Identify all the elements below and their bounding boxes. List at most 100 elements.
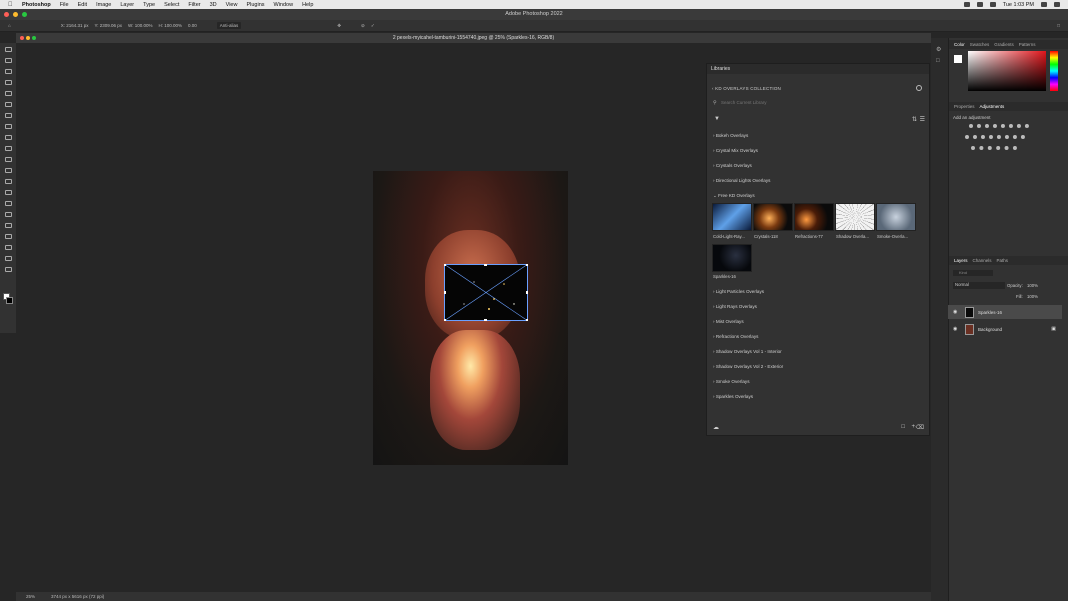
thumb-refractions-77[interactable] [794, 203, 834, 231]
width-field[interactable]: W: 100.00% [128, 23, 152, 28]
thumb-crystals-118[interactable] [753, 203, 793, 231]
blend-mode-select[interactable]: Normal [953, 282, 1005, 289]
eyedropper-tool-icon[interactable] [4, 113, 12, 118]
history-icon[interactable]: ⚙ [936, 46, 941, 53]
thumb-shadow-overlay[interactable] [835, 203, 875, 231]
adjustment-icons-row-2[interactable] [965, 135, 1025, 140]
folder-icon[interactable]: □ [901, 424, 905, 430]
eye-icon[interactable]: ◉ [953, 309, 957, 315]
thumb-smoke-overlay[interactable] [876, 203, 916, 231]
volume-icon[interactable] [989, 2, 996, 7]
section-crystals[interactable]: › Crystals Overlays [713, 163, 752, 168]
menu-edit[interactable]: Edit [78, 2, 87, 8]
fill-field[interactable]: 100% [1027, 294, 1038, 299]
filter-icon[interactable]: ▼ [714, 116, 720, 122]
menu-clock[interactable]: Tue 1:03 PM [1003, 2, 1034, 8]
menu-type[interactable]: Type [143, 2, 155, 8]
wifi-icon[interactable] [976, 2, 983, 7]
section-shadow-vol2[interactable]: › Shadow Overlays Vol 2 - Exterior [713, 364, 783, 369]
menu-window[interactable]: Window [274, 2, 294, 8]
brush-tool-icon[interactable] [4, 135, 12, 140]
cancel-transform-icon[interactable]: ⊘ [361, 23, 365, 29]
stamp-tool-icon[interactable] [4, 146, 12, 151]
lasso-tool-icon[interactable] [4, 69, 12, 74]
history-brush-tool-icon[interactable] [4, 157, 12, 162]
eye-icon[interactable]: ◉ [953, 326, 957, 332]
layer-row-background[interactable]: ◉ Background ▣ [948, 322, 1062, 336]
layer-name[interactable]: Background [978, 327, 1002, 332]
sparkles-overlay-layer[interactable] [444, 264, 528, 321]
height-field[interactable]: H: 100.00% [158, 23, 182, 28]
zoom-tool-icon[interactable] [4, 267, 12, 272]
menu-select[interactable]: Select [164, 2, 179, 8]
blur-tool-icon[interactable] [4, 190, 12, 195]
libraries-panel-title[interactable]: Libraries [707, 64, 929, 74]
tab-color[interactable]: Color [954, 42, 965, 47]
add-icon[interactable]: + [911, 424, 915, 430]
control-center-icon[interactable] [1054, 2, 1060, 7]
lock-icon[interactable]: ▣ [1051, 326, 1056, 332]
color-fg-swatch[interactable] [954, 55, 962, 63]
move-tool-icon[interactable] [4, 47, 12, 52]
thumb-cold-light-rays[interactable] [712, 203, 752, 231]
menu-help[interactable]: Help [302, 2, 313, 8]
adjustment-icons-row-3[interactable] [971, 146, 1017, 151]
healing-brush-tool-icon[interactable] [4, 124, 12, 129]
section-crystal-mix[interactable]: › Crystal Mix Overlays [713, 148, 758, 153]
document-size[interactable]: 3744 px x 5616 px (72 ppi) [51, 594, 104, 599]
y-position-field[interactable]: Y: 2309.06 px [95, 23, 123, 28]
section-directional-lights[interactable]: › Directional Lights Overlays [713, 178, 770, 183]
cloud-icon[interactable]: ☁ [713, 424, 719, 431]
menu-3d[interactable]: 3D [210, 2, 217, 8]
layer-name[interactable]: Sparkles-16 [978, 310, 1002, 315]
eraser-tool-icon[interactable] [4, 168, 12, 173]
transform-box-icon[interactable] [444, 264, 528, 321]
section-light-particles[interactable]: › Light Particles Overlays [713, 289, 764, 294]
thumb-sparkles-16[interactable] [712, 244, 752, 272]
menu-image[interactable]: Image [96, 2, 111, 8]
menu-view[interactable]: View [226, 2, 238, 8]
home-icon[interactable]: ⌂ [8, 23, 11, 28]
marquee-tool-icon[interactable] [4, 58, 12, 63]
tab-swatches[interactable]: Swatches [970, 42, 990, 47]
quick-select-tool-icon[interactable] [4, 80, 12, 85]
list-view-icon[interactable]: ☰ [920, 116, 925, 123]
menu-app-name[interactable]: Photoshop [22, 2, 51, 8]
trash-icon[interactable]: ⌫ [916, 424, 924, 431]
tab-properties[interactable]: Properties [954, 104, 975, 109]
search-icon[interactable] [1041, 2, 1047, 7]
layer-row-sparkles[interactable]: ◉ Sparkles-16 [948, 305, 1062, 319]
document-tab[interactable]: 2 pexels-myicahel-tamburini-1554740.jpeg… [16, 33, 931, 43]
menu-layer[interactable]: Layer [120, 2, 134, 8]
hue-slider[interactable] [1050, 51, 1058, 91]
x-position-field[interactable]: X: 2164.31 px [61, 23, 89, 28]
battery-icon[interactable] [963, 2, 970, 7]
color-picker-field[interactable] [968, 51, 1046, 91]
section-shadow-vol1[interactable]: › Shadow Overlays Vol 1 - Interior [713, 349, 782, 354]
tab-patterns[interactable]: Patterns [1019, 42, 1036, 47]
opacity-field[interactable]: 100% [1027, 283, 1038, 288]
pen-tool-icon[interactable] [4, 212, 12, 217]
menu-plugins[interactable]: Plugins [246, 2, 264, 8]
hand-tool-icon[interactable] [4, 256, 12, 261]
dodge-tool-icon[interactable] [4, 201, 12, 206]
zoom-level[interactable]: 25% [26, 594, 35, 599]
background-color-swatch[interactable] [6, 297, 13, 304]
tab-gradients[interactable]: Gradients [994, 42, 1014, 47]
section-sparkles[interactable]: › Sparkles Overlays [713, 394, 753, 399]
menu-file[interactable]: File [60, 2, 69, 8]
tab-layers[interactable]: Layers [954, 258, 968, 263]
warp-icon[interactable]: ✥ [337, 23, 341, 29]
gradient-tool-icon[interactable] [4, 179, 12, 184]
commit-transform-icon[interactable]: ✓ [371, 23, 375, 29]
interpolation-select[interactable]: Anti-alias [216, 22, 242, 29]
crop-tool-icon[interactable] [4, 91, 12, 96]
path-select-tool-icon[interactable] [4, 234, 12, 239]
sort-icon[interactable]: ⇅ [912, 116, 917, 123]
share-icon[interactable]: □ [1057, 23, 1060, 28]
tab-paths[interactable]: Paths [997, 258, 1009, 263]
section-light-rays[interactable]: › Light Rays Overlays [713, 304, 757, 309]
tab-channels[interactable]: Channels [973, 258, 992, 263]
library-search-input[interactable] [711, 98, 923, 106]
section-mist[interactable]: › Mist Overlays [713, 319, 744, 324]
